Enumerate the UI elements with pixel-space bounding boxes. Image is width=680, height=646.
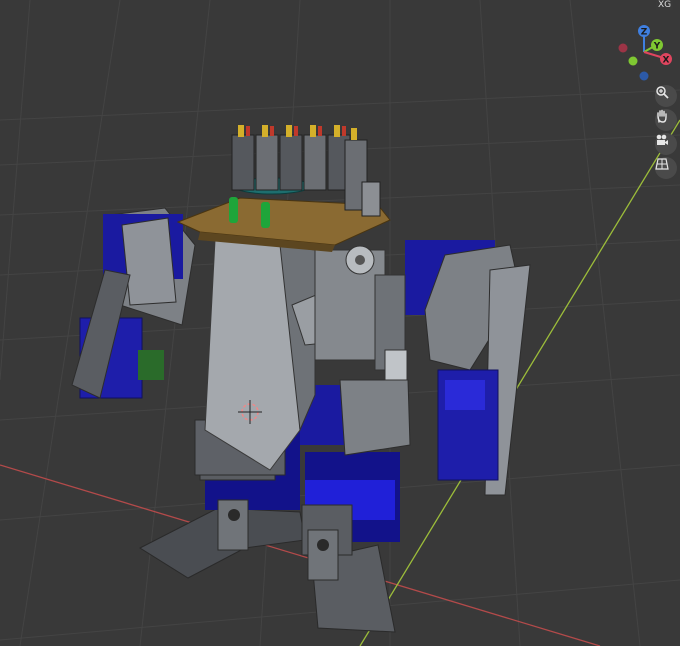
3d-viewport[interactable]: Z Y X XG [0,0,680,646]
gizmo-y-label: Y [653,42,661,52]
gizmo-x-label: X [663,56,670,66]
viewport-scene: Z Y X [0,0,680,646]
viewport-corner-tag: XG [656,0,674,10]
camera-view-button[interactable] [655,133,677,155]
zoom-button[interactable] [655,85,677,107]
pan-button[interactable] [655,109,677,131]
navigation-gizmo[interactable]: Z Y X [618,25,673,81]
gizmo-neg-y[interactable] [628,56,638,66]
gizmo-z-label: Z [641,28,648,38]
capacitor-left [229,197,238,223]
capacitor-right [261,202,270,228]
gizmo-neg-z[interactable] [639,71,649,81]
perspective-toggle-button[interactable] [655,157,677,179]
gizmo-neg-x[interactable] [618,43,628,53]
